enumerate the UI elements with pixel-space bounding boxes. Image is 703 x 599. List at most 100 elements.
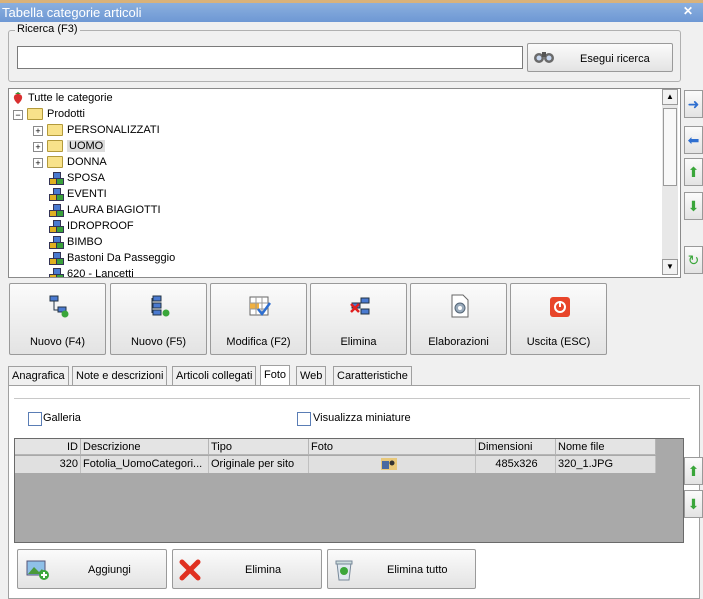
power-exit-icon — [550, 297, 570, 317]
folder-icon — [47, 156, 63, 169]
tree-node-prodotti[interactable]: − Prodotti — [13, 106, 85, 122]
elimina-label: Elimina — [340, 336, 377, 348]
tree-node-donna[interactable]: + DONNA — [33, 154, 107, 170]
delete-category-icon — [350, 297, 370, 315]
tab-note-e-descrizioni[interactable]: Note e descrizioni — [72, 366, 168, 386]
tab-anagrafica[interactable]: Anagrafica — [8, 366, 69, 386]
miniature-checkbox[interactable] — [297, 412, 311, 426]
tree-node-label: PERSONALIZZATI — [67, 124, 160, 136]
tree-node-bimbo[interactable]: BIMBO — [49, 234, 102, 250]
panel-divider — [14, 398, 690, 399]
tree-scrollbar[interactable]: ▲ ▼ — [662, 89, 678, 275]
cell-foto — [309, 456, 476, 473]
tree-node-eventi[interactable]: EVENTI — [49, 186, 107, 202]
tree-node-personalizzati[interactable]: + PERSONALIZZATI — [33, 122, 160, 138]
recycle-bin-icon — [335, 560, 353, 581]
folder-icon — [47, 124, 63, 137]
edit-table-icon — [249, 296, 271, 317]
nuovo-f5-button[interactable]: Nuovo (F5) — [110, 283, 207, 355]
cell-tipo: Originale per sito — [209, 456, 309, 473]
photo-thumbnail-icon — [381, 458, 397, 470]
search-button-label: Esegui ricerca — [580, 53, 650, 65]
tree-node-label: EVENTI — [67, 188, 107, 200]
move-right-arrow-icon[interactable]: ➜ — [684, 90, 703, 118]
scrollbar-thumb[interactable] — [663, 108, 677, 186]
close-icon[interactable]: ✕ — [683, 4, 693, 18]
window-title: Tabella categorie articoli — [2, 5, 142, 20]
aggiungi-label: Aggiungi — [88, 564, 131, 576]
expand-icon[interactable]: + — [33, 142, 43, 152]
tree-node-bastoni[interactable]: Bastoni Da Passeggio — [49, 250, 175, 266]
column-header-id[interactable]: ID — [15, 439, 81, 455]
cell-id: 320 — [15, 456, 81, 473]
strawberry-icon — [13, 92, 23, 105]
titlebar-top-strip — [0, 0, 703, 3]
nuovo-f4-button[interactable]: Nuovo (F4) — [9, 283, 106, 355]
binoculars-icon — [534, 52, 554, 63]
search-input[interactable] — [17, 46, 523, 69]
photo-down-arrow-icon[interactable]: ⬇ — [684, 490, 703, 518]
elimina-button[interactable]: Elimina — [310, 283, 407, 355]
foto-table[interactable]: ID Descrizione Tipo Foto Dimensioni Nome… — [14, 438, 684, 543]
category-icon — [49, 236, 64, 250]
elaborazioni-label: Elaborazioni — [428, 336, 489, 348]
search-group-label: Ricerca (F3) — [15, 23, 80, 35]
move-up-arrow-icon[interactable]: ⬆ — [684, 158, 703, 186]
cell-dimensioni: 485x326 — [476, 456, 556, 473]
modifica-button[interactable]: Modifica (F2) — [210, 283, 307, 355]
red-x-icon — [179, 559, 201, 581]
column-header-foto[interactable]: Foto — [309, 439, 476, 455]
elimina-foto-button[interactable]: Elimina — [172, 549, 322, 589]
category-tree: Tutte le categorie − Prodotti + PERSONAL… — [8, 88, 681, 278]
elimina-tutto-label: Elimina tutto — [387, 564, 448, 576]
tab-caratteristiche[interactable]: Caratteristiche — [333, 366, 412, 386]
process-document-icon — [451, 294, 469, 318]
category-icon — [49, 220, 64, 234]
column-header-nome-file[interactable]: Nome file — [556, 439, 656, 455]
tree-node-laura-biagiotti[interactable]: LAURA BIAGIOTTI — [49, 202, 161, 218]
window-titlebar: Tabella categorie articoli ✕ — [0, 0, 703, 22]
column-header-descrizione[interactable]: Descrizione — [81, 439, 209, 455]
expand-icon[interactable]: + — [33, 158, 43, 168]
modifica-label: Modifica (F2) — [226, 336, 291, 348]
expand-icon[interactable]: + — [33, 126, 43, 136]
category-icon — [49, 188, 64, 202]
tree-node-lancetti[interactable]: 620 - Lancetti — [49, 266, 134, 277]
category-icon — [49, 252, 64, 266]
category-icon — [49, 204, 64, 218]
column-header-dimensioni[interactable]: Dimensioni — [476, 439, 556, 455]
tree-node-idroproof[interactable]: IDROPROOF — [49, 218, 134, 234]
photo-up-arrow-icon[interactable]: ⬆ — [684, 457, 703, 485]
tree-node-sposa[interactable]: SPOSA — [49, 170, 105, 186]
miniature-label: Visualizza miniature — [313, 412, 411, 424]
new-category-icon — [49, 295, 69, 318]
elimina-foto-label: Elimina — [245, 564, 282, 576]
galleria-label: Galleria — [43, 412, 81, 424]
nuovo-f5-label: Nuovo (F5) — [130, 336, 187, 348]
move-down-arrow-icon[interactable]: ⬇ — [684, 192, 703, 220]
uscita-button[interactable]: Uscita (ESC) — [510, 283, 607, 355]
elaborazioni-button[interactable]: Elaborazioni — [410, 283, 507, 355]
tree-node-label: SPOSA — [67, 172, 105, 184]
new-subcategory-icon — [151, 295, 170, 317]
scroll-down-icon[interactable]: ▼ — [662, 259, 678, 275]
tab-foto[interactable]: Foto — [260, 365, 291, 386]
move-left-arrow-icon[interactable]: ⬅ — [684, 126, 703, 154]
scroll-up-icon[interactable]: ▲ — [662, 89, 678, 105]
galleria-checkbox[interactable] — [28, 412, 42, 426]
tree-node-label-selected: UOMO — [67, 140, 106, 152]
tab-articoli-collegati[interactable]: Articoli collegati — [172, 366, 257, 386]
folder-icon — [27, 108, 43, 121]
folder-icon — [47, 140, 63, 153]
tree-root[interactable]: Tutte le categorie — [11, 90, 113, 106]
column-header-tipo[interactable]: Tipo — [209, 439, 309, 455]
tab-web[interactable]: Web — [296, 366, 327, 386]
elimina-tutto-button[interactable]: Elimina tutto — [327, 549, 476, 589]
tree-node-uomo[interactable]: + UOMO — [33, 138, 106, 154]
uscita-label: Uscita (ESC) — [526, 336, 591, 348]
search-button[interactable]: Esegui ricerca — [527, 43, 673, 72]
aggiungi-button[interactable]: Aggiungi — [17, 549, 167, 589]
collapse-icon[interactable]: − — [13, 110, 23, 120]
refresh-document-icon[interactable]: ↻ — [684, 246, 703, 274]
nuovo-f4-label: Nuovo (F4) — [29, 336, 86, 348]
